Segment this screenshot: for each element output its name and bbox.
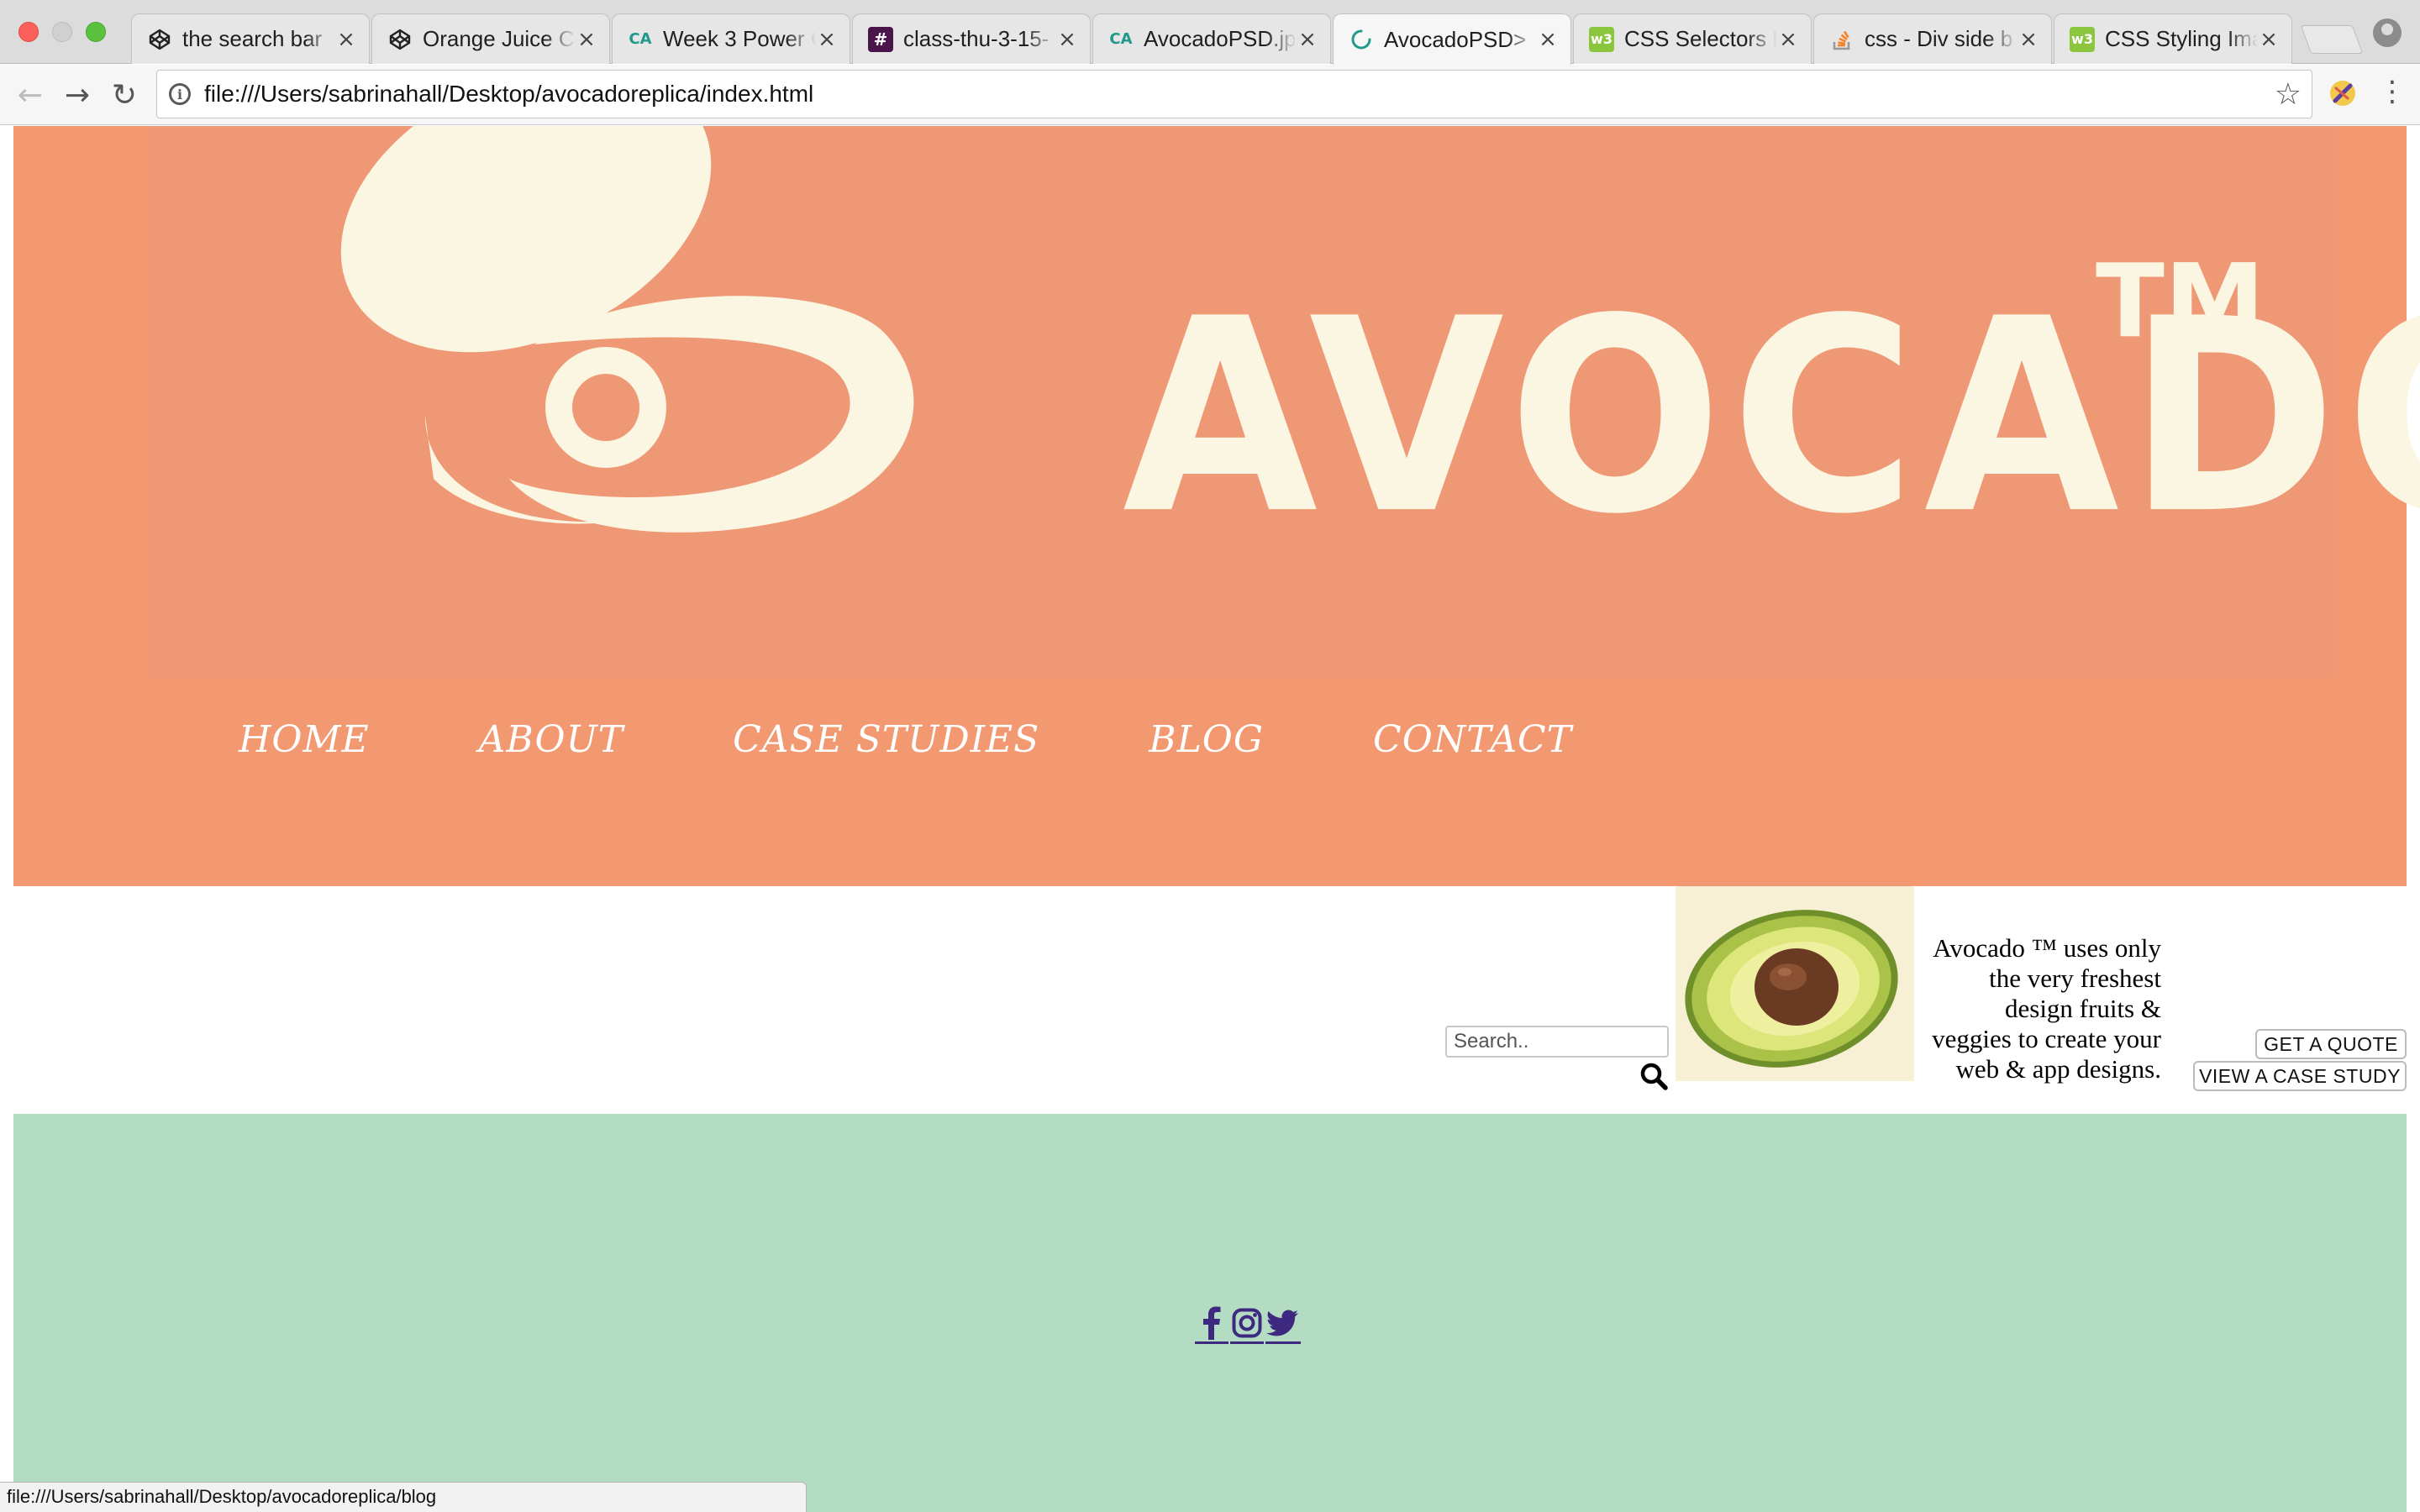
tab-close-icon[interactable]: × <box>1056 27 1078 52</box>
get-a-quote-button[interactable]: GET A QUOTE <box>2255 1029 2407 1059</box>
browser-tab[interactable]: css - Div side b × <box>1813 13 2052 64</box>
tab-title: CSS Styling Ima <box>2105 26 2258 51</box>
tab-close-icon[interactable]: × <box>1297 27 1318 52</box>
tab-close-icon[interactable]: × <box>816 27 838 52</box>
nav-link-home[interactable]: HOME <box>239 718 370 761</box>
logo-trademark: TM <box>2096 244 2265 360</box>
w3schools-icon: w3 <box>1589 26 1614 52</box>
browser-tab[interactable]: Orange Juice C × <box>371 13 610 64</box>
browser-tab-active[interactable]: AvocadoPSD> × <box>1333 13 1571 65</box>
slack-hash-icon: # <box>868 26 893 52</box>
reload-icon[interactable]: ↻ <box>104 75 145 115</box>
main-nav: HOME ABOUT CASE STUDIES BLOG CONTACT <box>239 714 1681 764</box>
loading-spinner-icon <box>1349 27 1374 52</box>
browser-tab[interactable]: CA AvocadoPSD.jpg × <box>1092 13 1331 64</box>
address-bar[interactable]: i file:///Users/sabrinahall/Desktop/avoc… <box>156 70 2312 118</box>
page-viewport: AVOCADO TM HOME ABOUT CASE STUDIES BLOG … <box>0 126 2420 1512</box>
browser-toolbar: ← → ↻ i file:///Users/sabrinahall/Deskto… <box>0 65 2420 125</box>
tab-close-icon[interactable]: × <box>576 27 597 52</box>
back-arrow-icon[interactable]: ← <box>10 75 50 115</box>
view-case-study-button[interactable]: VIEW A CASE STUDY <box>2193 1061 2407 1091</box>
codepen-icon <box>147 27 172 52</box>
promo-section: Avocado ™ uses only the very freshest de… <box>0 886 2420 1096</box>
status-bar-url: file:///Users/sabrinahall/Desktop/avocad… <box>0 1482 807 1512</box>
tab-title: css - Div side b <box>1865 26 2013 51</box>
tab-title: CSS Selectors R <box>1624 26 1777 51</box>
site-header: AVOCADO TM HOME ABOUT CASE STUDIES BLOG … <box>13 126 2420 886</box>
avocado-image <box>1676 886 1914 1081</box>
search-input[interactable] <box>1445 1026 1669 1058</box>
tab-title: class-thu-3-15- <box>903 26 1050 51</box>
tab-title: AvocadoPSD.jpg <box>1144 26 1297 51</box>
search-icon[interactable] <box>1637 1059 1670 1093</box>
info-icon[interactable]: i <box>169 83 191 105</box>
social-links <box>1195 1302 1302 1346</box>
nav-link-blog[interactable]: BLOG <box>1149 718 1264 761</box>
w3schools-icon: w3 <box>2070 26 2095 52</box>
new-tab-button[interactable] <box>2300 25 2364 54</box>
profile-avatar-icon[interactable] <box>2373 18 2402 47</box>
extension-icon[interactable] <box>2328 78 2358 108</box>
browser-menu-icon[interactable]: ⋮ <box>2378 75 2407 108</box>
codepen-icon <box>387 27 413 52</box>
tab-close-icon[interactable]: × <box>1777 27 1799 52</box>
address-bar-url[interactable]: file:///Users/sabrinahall/Desktop/avocad… <box>204 81 813 108</box>
window-close-button[interactable] <box>18 22 39 42</box>
tab-title: the search bar <box>182 26 323 51</box>
browser-tab-strip: the search bar × Orange Juice C × CA Wee… <box>0 0 2420 65</box>
instagram-icon[interactable] <box>1230 1304 1264 1344</box>
tab-close-icon[interactable]: × <box>2018 27 2039 52</box>
twitter-icon[interactable] <box>1265 1304 1301 1344</box>
tab-title: Week 3 Power C <box>663 26 816 51</box>
nav-link-contact[interactable]: CONTACT <box>1373 718 1572 761</box>
ca-icon: CA <box>1109 30 1133 48</box>
ca-icon: CA <box>629 30 652 48</box>
browser-tab[interactable]: # class-thu-3-15- × <box>852 13 1091 64</box>
browser-tab[interactable]: the search bar × <box>131 13 370 64</box>
forward-arrow-icon[interactable]: → <box>57 75 97 115</box>
facebook-icon[interactable] <box>1195 1304 1228 1344</box>
stackoverflow-icon <box>1829 27 1854 52</box>
nav-link-about[interactable]: ABOUT <box>479 718 623 761</box>
tab-close-icon[interactable]: × <box>335 27 357 52</box>
browser-tab[interactable]: w3 CSS Styling Ima × <box>2054 13 2292 64</box>
bookmark-star-icon[interactable]: ☆ <box>2275 77 2302 112</box>
window-minimize-button[interactable] <box>52 22 72 42</box>
tab-close-icon[interactable]: × <box>2258 27 2280 52</box>
window-zoom-button[interactable] <box>86 22 106 42</box>
browser-tab[interactable]: w3 CSS Selectors R × <box>1573 13 1812 64</box>
nav-link-case-studies[interactable]: CASE STUDIES <box>733 718 1039 761</box>
logo-banner: AVOCADO TM <box>148 126 2420 677</box>
tab-title: AvocadoPSD> <box>1384 26 1527 52</box>
site-footer <box>13 1114 2407 1512</box>
tab-title: Orange Juice C <box>423 26 575 51</box>
tab-close-icon[interactable]: × <box>1537 27 1559 52</box>
browser-tab[interactable]: CA Week 3 Power C × <box>612 13 850 64</box>
promo-text: Avocado ™ uses only the very freshest de… <box>1932 933 2161 1084</box>
